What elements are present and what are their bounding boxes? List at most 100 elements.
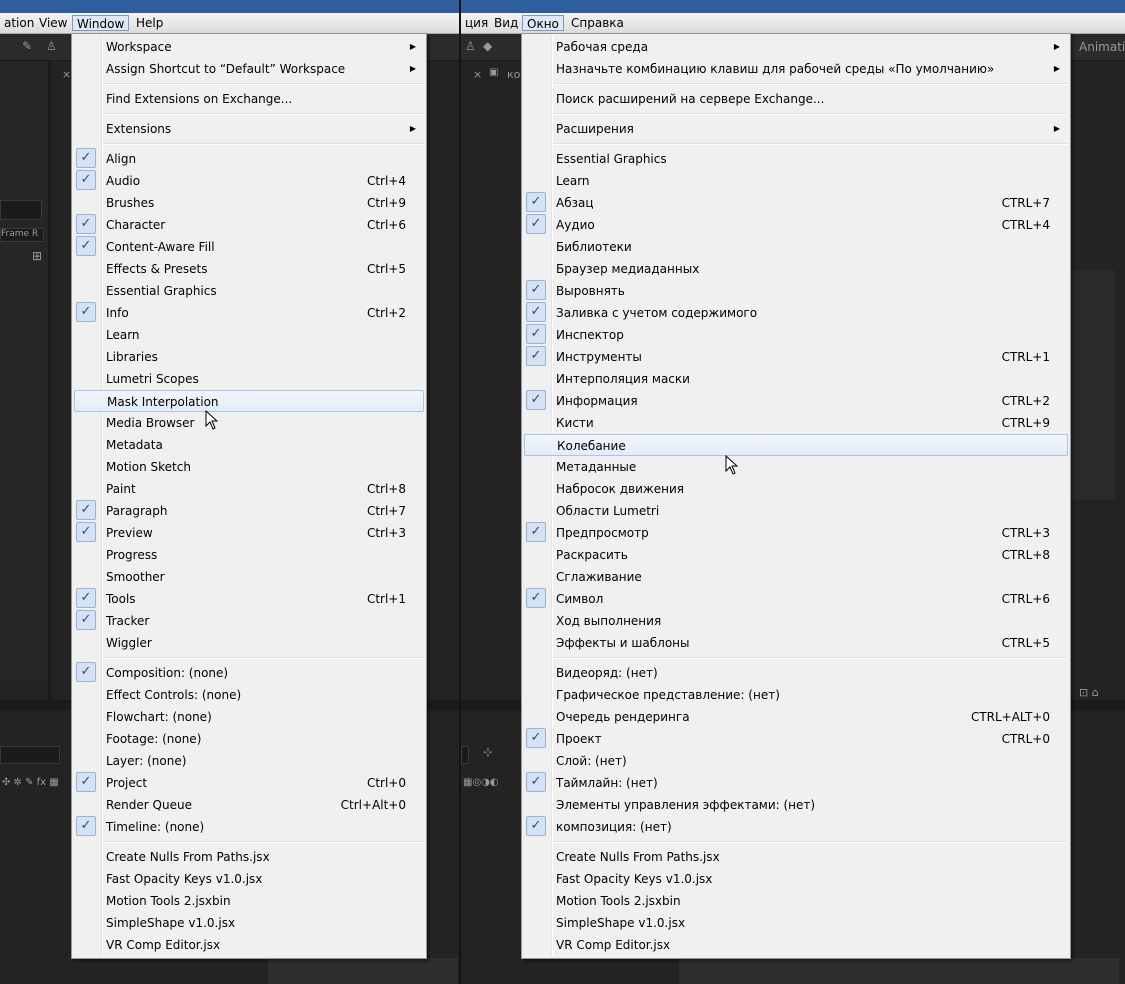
- menu-item-колебание[interactable]: Колебание: [524, 434, 1068, 456]
- menu-item-назначьте-комбинацию-клавиш-для-рабочей-[interactable]: Назначьте комбинацию клавиш для рабочей …: [524, 58, 1068, 80]
- menu-item-рабочая-среда[interactable]: Рабочая среда ▶: [524, 36, 1068, 58]
- menu-item-find-extensions-on-exchange[interactable]: Find Extensions on Exchange...: [74, 88, 424, 110]
- menu-item-символ[interactable]: ✓ Символ CTRL+6: [524, 588, 1068, 610]
- menu-item-timeline-none[interactable]: ✓ Timeline: (none): [74, 816, 424, 838]
- menu-item-wiggler[interactable]: Wiggler: [74, 632, 424, 654]
- menu-item-motion-tools-2-jsxbin[interactable]: Motion Tools 2.jsxbin: [524, 890, 1068, 912]
- menu-item-выровнять[interactable]: ✓ Выровнять: [524, 280, 1068, 302]
- menu-view[interactable]: Вид: [490, 15, 522, 31]
- menu-item-tracker[interactable]: ✓ Tracker: [74, 610, 424, 632]
- menu-item-flowchart-none[interactable]: Flowchart: (none): [74, 706, 424, 728]
- menu-composition[interactable]: ция: [461, 15, 492, 31]
- menu-item-footage-none[interactable]: Footage: (none): [74, 728, 424, 750]
- menu-item-видеоряд-нет[interactable]: Видеоряд: (нет): [524, 662, 1068, 684]
- menu-item-audio[interactable]: ✓ Audio Ctrl+4: [74, 170, 424, 192]
- menu-item-effect-controls-none[interactable]: Effect Controls: (none): [74, 684, 424, 706]
- menu-item-assign-shortcut-to-default-workspace[interactable]: Assign Shortcut to “Default” Workspace ▶: [74, 58, 424, 80]
- menu-item-vr-comp-editor-jsx[interactable]: VR Comp Editor.jsx: [524, 934, 1068, 956]
- menu-item-fast-opacity-keys-v1-0-jsx[interactable]: Fast Opacity Keys v1.0.jsx: [524, 868, 1068, 890]
- composition-tab[interactable]: ко: [507, 68, 520, 81]
- menu-item-extensions[interactable]: Extensions ▶: [74, 118, 424, 140]
- menu-item-paragraph[interactable]: ✓ Paragraph Ctrl+7: [74, 500, 424, 522]
- menu-item-libraries[interactable]: Libraries: [74, 346, 424, 368]
- menu-item-brushes[interactable]: Brushes Ctrl+9: [74, 192, 424, 214]
- menu-item-заливка-с-учетом-содержимого[interactable]: ✓ Заливка с учетом содержимого: [524, 302, 1068, 324]
- menu-item-сглаживание[interactable]: Сглаживание: [524, 566, 1068, 588]
- menu-window[interactable]: Окно: [522, 15, 564, 31]
- timeline-search-field[interactable]: [0, 746, 60, 764]
- menu-item-composition-none[interactable]: ✓ Composition: (none): [74, 662, 424, 684]
- menu-item-метаданные[interactable]: Метаданные: [524, 456, 1068, 478]
- menu-window[interactable]: Window: [72, 15, 130, 31]
- timeline-search-field[interactable]: [461, 746, 469, 764]
- stamp-tool-icon[interactable]: ♙: [46, 40, 57, 52]
- menu-item-раскрасить[interactable]: Раскрасить CTRL+8: [524, 544, 1068, 566]
- menu-item-render-queue[interactable]: Render Queue Ctrl+Alt+0: [74, 794, 424, 816]
- menu-item-очередь-рендеринга[interactable]: Очередь рендеринга CTRL+ALT+0: [524, 706, 1068, 728]
- menu-item-композиция-нет[interactable]: ✓ композиция: (нет): [524, 816, 1068, 838]
- menu-item-элементы-управления-эффектами-нет[interactable]: Элементы управления эффектами: (нет): [524, 794, 1068, 816]
- menu-item-learn[interactable]: Learn: [74, 324, 424, 346]
- menu-item-progress[interactable]: Progress: [74, 544, 424, 566]
- menu-item-character[interactable]: ✓ Character Ctrl+6: [74, 214, 424, 236]
- menu-item-align[interactable]: ✓ Align: [74, 148, 424, 170]
- panel-close-icon[interactable]: ×: [473, 68, 482, 81]
- menu-item-preview[interactable]: ✓ Preview Ctrl+3: [74, 522, 424, 544]
- stamp-tool-icon[interactable]: ♙: [465, 40, 476, 52]
- menu-item-essential-graphics[interactable]: Essential Graphics: [74, 280, 424, 302]
- flowchart-icon[interactable]: ⊹: [483, 746, 493, 758]
- panel-close-icon[interactable]: ×: [62, 68, 71, 81]
- menu-item-ход-выполнения[interactable]: Ход выполнения: [524, 610, 1068, 632]
- menu-item-paint[interactable]: Paint Ctrl+8: [74, 478, 424, 500]
- menu-item-набросок-движения[interactable]: Набросок движения: [524, 478, 1068, 500]
- menu-item-предпросмотр[interactable]: ✓ Предпросмотр CTRL+3: [524, 522, 1068, 544]
- menu-item-media-browser[interactable]: Media Browser: [74, 412, 424, 434]
- menu-item-эффекты-и-шаблоны[interactable]: Эффекты и шаблоны CTRL+5: [524, 632, 1068, 654]
- menu-item-области-lumetri[interactable]: Области Lumetri: [524, 500, 1068, 522]
- brush-tool-icon[interactable]: ✎: [22, 40, 32, 52]
- menu-item-lumetri-scopes[interactable]: Lumetri Scopes: [74, 368, 424, 390]
- menu-item-слой-нет[interactable]: Слой: (нет): [524, 750, 1068, 772]
- menu-item-проект[interactable]: ✓ Проект CTRL+0: [524, 728, 1068, 750]
- menu-item-mask-interpolation[interactable]: Mask Interpolation: [74, 390, 424, 412]
- menu-item-поиск-расширений-на-сервере-exchange[interactable]: Поиск расширений на сервере Exchange...: [524, 88, 1068, 110]
- menu-item-info[interactable]: ✓ Info Ctrl+2: [74, 302, 424, 324]
- project-search-field[interactable]: [0, 200, 42, 220]
- animation-workspace-tab[interactable]: Animatio: [1079, 40, 1125, 54]
- menu-item-графическое-представление-нет[interactable]: Графическое представление: (нет): [524, 684, 1068, 706]
- flowchart-icon[interactable]: ⊞: [32, 250, 42, 262]
- menu-item-vr-comp-editor-jsx[interactable]: VR Comp Editor.jsx: [74, 934, 424, 956]
- menu-help[interactable]: Help: [132, 15, 167, 31]
- menu-item-информация[interactable]: ✓ Информация CTRL+2: [524, 390, 1068, 412]
- menu-item-simpleshape-v1-0-jsx[interactable]: SimpleShape v1.0.jsx: [74, 912, 424, 934]
- menu-item-инструменты[interactable]: ✓ Инструменты CTRL+1: [524, 346, 1068, 368]
- menu-item-библиотеки[interactable]: Библиотеки: [524, 236, 1068, 258]
- menu-item-workspace[interactable]: Workspace ▶: [74, 36, 424, 58]
- menu-item-simpleshape-v1-0-jsx[interactable]: SimpleShape v1.0.jsx: [524, 912, 1068, 934]
- menu-item-абзац[interactable]: ✓ Абзац CTRL+7: [524, 192, 1068, 214]
- menu-item-effects-presets[interactable]: Effects & Presets Ctrl+5: [74, 258, 424, 280]
- menu-item-motion-sketch[interactable]: Motion Sketch: [74, 456, 424, 478]
- menu-item-project[interactable]: ✓ Project Ctrl+0: [74, 772, 424, 794]
- menu-item-fast-opacity-keys-v1-0-jsx[interactable]: Fast Opacity Keys v1.0.jsx: [74, 868, 424, 890]
- menu-item-интерполяция-маски[interactable]: Интерполяция маски: [524, 368, 1068, 390]
- lock-icon[interactable]: ▣: [489, 67, 498, 79]
- menu-item-кисти[interactable]: Кисти CTRL+9: [524, 412, 1068, 434]
- menu-item-аудио[interactable]: ✓ Аудио CTRL+4: [524, 214, 1068, 236]
- menu-animation[interactable]: ation: [0, 15, 38, 31]
- menu-item-smoother[interactable]: Smoother: [74, 566, 424, 588]
- menu-item-layer-none[interactable]: Layer: (none): [74, 750, 424, 772]
- panel-options-icon[interactable]: ⊡ ⌂: [1079, 687, 1099, 699]
- menu-help[interactable]: Справка: [567, 15, 628, 31]
- menu-item-браузер-медиаданных[interactable]: Браузер медиаданных: [524, 258, 1068, 280]
- timeline-switches-icon[interactable]: ✣ ✲ ✎ fx ▦: [2, 777, 59, 789]
- menu-item-tools[interactable]: ✓ Tools Ctrl+1: [74, 588, 424, 610]
- timeline-switches-icon[interactable]: ▦◎◑◐: [463, 777, 499, 789]
- menu-item-инспектор[interactable]: ✓ Инспектор: [524, 324, 1068, 346]
- menu-item-таймлайн-нет[interactable]: ✓ Таймлайн: (нет): [524, 772, 1068, 794]
- menu-item-metadata[interactable]: Metadata: [74, 434, 424, 456]
- menu-item-essential-graphics[interactable]: Essential Graphics: [524, 148, 1068, 170]
- menu-item-content-aware-fill[interactable]: ✓ Content-Aware Fill: [74, 236, 424, 258]
- eraser-tool-icon[interactable]: ◆: [483, 40, 492, 52]
- menu-view[interactable]: View: [35, 15, 71, 31]
